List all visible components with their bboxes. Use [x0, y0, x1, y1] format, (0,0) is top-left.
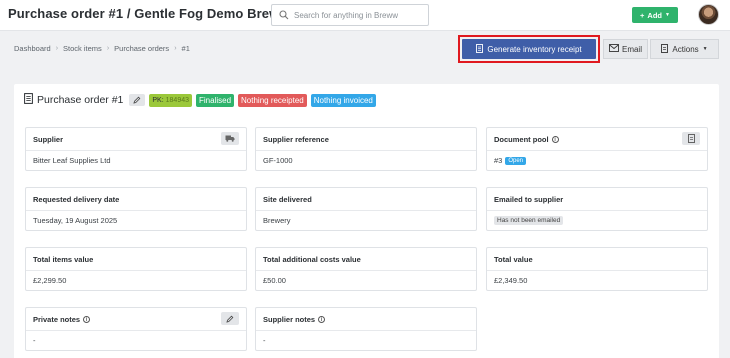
field-label-row: Supplier notes i: [263, 315, 326, 324]
breadcrumb-stock-items[interactable]: Stock items: [63, 44, 102, 53]
field-label: Requested delivery date: [33, 195, 120, 204]
breadcrumb-current: #1: [181, 44, 190, 53]
field-label: Supplier reference: [263, 135, 329, 144]
field-value: £2,299.50: [33, 276, 67, 285]
field-label-row: Document pool i: [494, 135, 559, 144]
divider: [256, 270, 476, 271]
user-avatar[interactable]: [698, 4, 719, 25]
po-title: Purchase order #1: [37, 94, 124, 106]
add-button[interactable]: + Add ▼: [632, 7, 678, 23]
field-requested-delivery-date: Requested delivery date Tuesday, 19 Augu…: [25, 187, 247, 231]
info-icon[interactable]: i: [318, 316, 326, 323]
divider: [487, 270, 707, 271]
field-value: Bitter Leaf Supplies Ltd: [33, 156, 111, 165]
field-value: -: [33, 336, 36, 345]
document-icon: [24, 93, 33, 107]
field-value-row: Has not been emailed: [494, 216, 564, 225]
field-supplier-reference: Supplier reference GF-1000: [255, 127, 477, 171]
email-button[interactable]: Email: [603, 39, 648, 59]
actions-dropdown-button[interactable]: Actions ▼: [650, 39, 719, 59]
field-supplier-notes: Supplier notes i -: [255, 307, 477, 351]
search-icon: [279, 10, 289, 22]
generate-button-label: Generate inventory receipt: [487, 44, 582, 54]
info-icon[interactable]: i: [551, 136, 559, 143]
divider: [256, 150, 476, 151]
chevron-right-icon: ›: [106, 45, 110, 52]
pencil-icon: [226, 315, 234, 323]
page-title: Purchase order #1 / Gentle Fog Demo Brew…: [8, 6, 300, 21]
pk-value: 184943: [165, 96, 189, 104]
supplier-link-button[interactable]: [221, 132, 239, 145]
chevron-right-icon: ›: [55, 45, 59, 52]
document-pool-button[interactable]: [682, 132, 700, 145]
breadcrumb-purchase-orders[interactable]: Purchase orders: [114, 44, 169, 53]
caret-down-icon: ▼: [665, 12, 670, 18]
generate-inventory-receipt-button[interactable]: Generate inventory receipt: [462, 39, 596, 59]
field-value: £2,349.50: [494, 276, 528, 285]
field-label: Document pool: [494, 135, 549, 144]
edit-private-notes-button[interactable]: [221, 312, 239, 325]
field-label: Emailed to supplier: [494, 195, 564, 204]
field-total-additional-costs: Total additional costs value £50.00: [255, 247, 477, 291]
truck-icon: [225, 135, 235, 142]
divider: [256, 330, 476, 331]
field-value: -: [263, 336, 266, 345]
po-header: Purchase order #1 PK: 184943 Finalised N…: [24, 93, 376, 107]
email-button-label: Email: [621, 44, 642, 54]
caret-down-icon: ▼: [702, 46, 708, 52]
field-label-row: Private notes i: [33, 315, 91, 324]
field-total-value: Total value £2,349.50: [486, 247, 708, 291]
divider: [26, 150, 246, 151]
field-emailed-to-supplier: Emailed to supplier Has not been emailed: [486, 187, 708, 231]
field-label: Total items value: [33, 255, 94, 264]
field-label: Private notes: [33, 315, 81, 324]
divider: [26, 210, 246, 211]
divider: [256, 210, 476, 211]
field-value: GF-1000: [263, 156, 293, 165]
status-badge-open: Open: [505, 156, 527, 165]
actions-button-label: Actions: [672, 44, 699, 54]
status-badge-finalised: Finalised: [196, 93, 235, 107]
field-document-pool: Document pool i #3 Open: [486, 127, 708, 171]
info-icon[interactable]: i: [83, 316, 91, 323]
edit-title-button[interactable]: [129, 94, 146, 106]
divider: [487, 210, 707, 211]
field-label: Total value: [494, 255, 533, 264]
field-label: Total additional costs value: [263, 255, 361, 264]
breadcrumb-dashboard[interactable]: Dashboard: [14, 44, 51, 53]
search-input[interactable]: [294, 8, 424, 23]
field-value: Brewery: [263, 216, 291, 225]
status-badge-nothing-invoiced: Nothing invoiced: [310, 93, 376, 107]
field-value: Tuesday, 19 August 2025: [33, 216, 118, 225]
status-badge-nothing-receipted: Nothing receipted: [238, 93, 307, 107]
field-private-notes: Private notes i -: [25, 307, 247, 351]
document-icon: [661, 43, 669, 55]
divider: [26, 330, 246, 331]
document-icon: [476, 43, 484, 55]
pencil-icon: [133, 96, 141, 104]
chevron-right-icon: ›: [174, 45, 177, 52]
field-value-row: #3 Open: [494, 156, 527, 165]
document-pool-link[interactable]: #3: [494, 156, 502, 165]
plus-icon: +: [640, 10, 645, 20]
pk-badge: PK: 184943: [149, 93, 192, 107]
document-icon: [687, 134, 695, 143]
search-box[interactable]: [271, 4, 429, 26]
field-label: Supplier notes: [263, 315, 316, 324]
divider: [487, 150, 707, 151]
pk-label: PK:: [152, 96, 164, 104]
top-bar: Purchase order #1 / Gentle Fog Demo Brew…: [0, 0, 730, 31]
breadcrumb: Dashboard › Stock items › Purchase order…: [14, 44, 190, 53]
field-site-delivered: Site delivered Brewery: [255, 187, 477, 231]
purchase-order-card: Purchase order #1 PK: 184943 Finalised N…: [14, 84, 719, 358]
field-value: £50.00: [263, 276, 286, 285]
field-label: Supplier: [33, 135, 64, 144]
field-total-items-value: Total items value £2,299.50: [25, 247, 247, 291]
field-label: Site delivered: [263, 195, 312, 204]
divider: [26, 270, 246, 271]
envelope-icon: [609, 44, 619, 54]
status-badge-not-emailed: Has not been emailed: [494, 216, 564, 225]
field-supplier: Supplier Bitter Leaf Supplies Ltd: [25, 127, 247, 171]
add-button-label: Add: [647, 10, 663, 20]
